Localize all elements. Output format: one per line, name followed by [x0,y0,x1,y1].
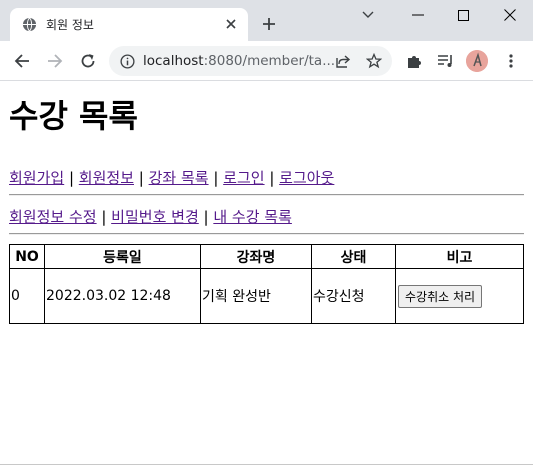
browser-tab[interactable]: 회원 정보 [10,8,248,41]
nav-link-member-info[interactable]: 회원정보 [79,169,134,187]
page-title: 수강 목록 [9,97,138,135]
table-header-row: NO 등록일 강좌명 상태 비고 [9,244,524,269]
share-icon[interactable] [331,49,355,73]
secondary-nav: 회원정보 수정 | 비밀번호 변경 | 내 수강 목록 [9,206,292,227]
column-header-status: 상태 [311,244,396,269]
page-content: 수강 목록 회원가입 | 회원정보 | 강좌 목록 | 로그인 | 로그아웃 회… [0,82,533,465]
bookmark-star-icon[interactable] [362,49,386,73]
cell-course: 기획 완성반 [200,268,312,324]
nav-link-login[interactable]: 로그인 [223,169,264,187]
forward-arrow-icon[interactable] [43,49,67,73]
nav-separator: | [64,169,79,187]
nav-link-logout[interactable]: 로그아웃 [279,169,334,187]
primary-nav: 회원가입 | 회원정보 | 강좌 목록 | 로그인 | 로그아웃 [9,167,334,188]
media-queue-icon[interactable] [434,49,458,73]
site-info-icon[interactable] [115,49,139,73]
column-header-no: NO [9,244,45,269]
close-window-icon[interactable] [488,0,532,30]
minimize-icon[interactable] [396,0,440,30]
tab-strip: 회원 정보 [0,0,533,41]
nav-link-signup[interactable]: 회원가입 [9,169,64,187]
nav-separator: | [264,169,280,187]
tab-search-chevron-icon[interactable] [346,0,390,30]
column-header-course: 강좌명 [200,244,312,269]
nav-separator: | [96,208,112,226]
more-menu-icon[interactable] [499,49,523,73]
url-host: localhost [143,53,204,69]
nav-separator: | [198,208,214,226]
column-header-note: 비고 [395,244,524,269]
nav-link-course-list[interactable]: 강좌 목록 [149,169,209,187]
reload-icon[interactable] [76,49,100,73]
new-tab-icon[interactable] [258,13,280,35]
profile-avatar[interactable] [466,50,488,72]
cell-date: 2022.03.02 12:48 [44,268,201,324]
cell-status: 수강신청 [311,268,396,324]
column-header-date: 등록일 [44,244,201,269]
course-table: NO 등록일 강좌명 상태 비고 0 2022.03.02 12:48 기획 완… [9,244,524,324]
address-bar[interactable]: localhost:8080/member/ta... [109,46,392,76]
maximize-icon[interactable] [441,0,485,30]
nav-separator: | [134,169,149,187]
cell-note: 수강취소 처리 [395,268,524,324]
extensions-puzzle-icon[interactable] [402,49,426,73]
cell-no: 0 [9,268,45,324]
cancel-enrollment-button[interactable]: 수강취소 처리 [398,284,483,308]
nav-link-edit-member[interactable]: 회원정보 수정 [9,208,97,226]
nav-link-change-password[interactable]: 비밀번호 변경 [111,208,199,226]
url-text[interactable]: localhost:8080/member/ta... [143,53,335,69]
nav-separator: | [208,169,224,187]
tab-title: 회원 정보 [46,18,94,32]
url-path: :8080/member/ta... [203,53,336,69]
divider [9,233,524,235]
divider [9,194,524,196]
table-row: 0 2022.03.02 12:48 기획 완성반 수강신청 수강취소 처리 [9,268,524,324]
back-arrow-icon[interactable] [10,49,34,73]
close-tab-icon[interactable] [222,15,240,33]
browser-toolbar: localhost:8080/member/ta... [0,41,533,81]
nav-link-my-courses[interactable]: 내 수강 목록 [213,208,292,226]
globe-icon [22,17,37,32]
